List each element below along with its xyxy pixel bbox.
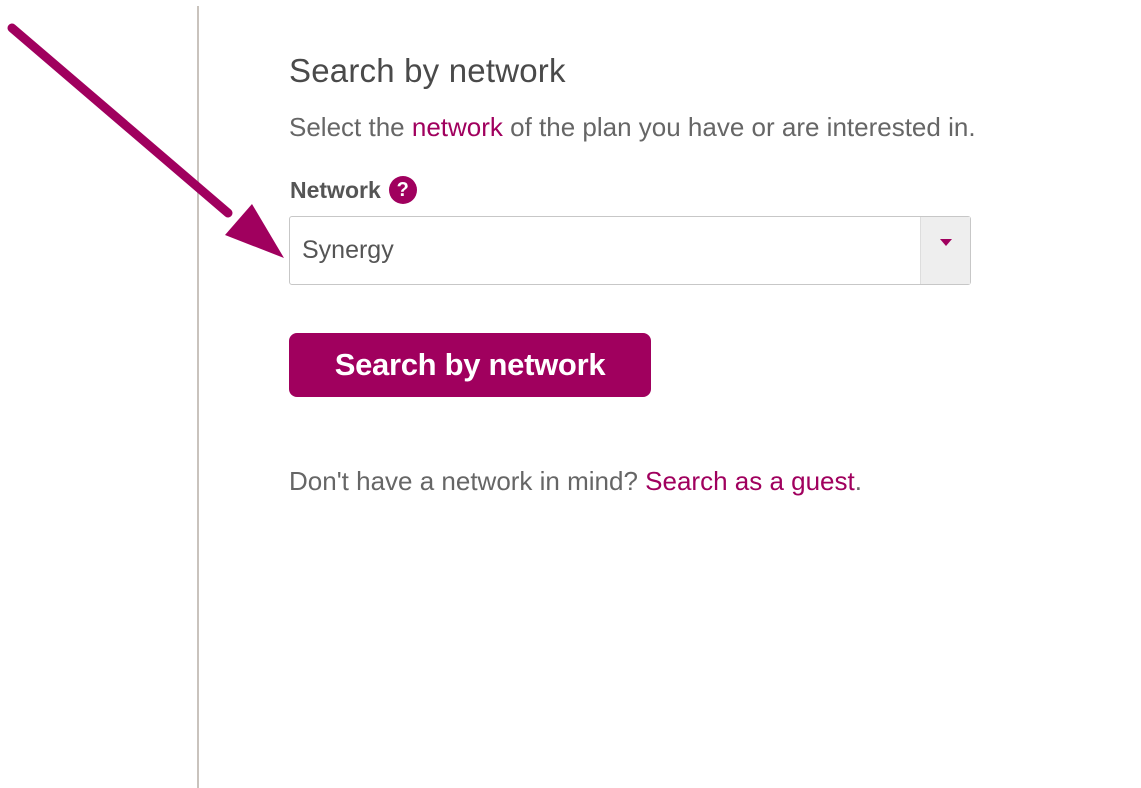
description-prefix: Select the — [289, 112, 412, 142]
guest-suffix: . — [854, 466, 862, 496]
search-as-guest-link[interactable]: Search as a guest — [645, 466, 855, 496]
network-description: Select the network of the plan you have … — [289, 112, 976, 143]
network-label-row: Network ? — [290, 176, 417, 204]
network-link[interactable]: network — [412, 112, 503, 142]
network-label: Network — [290, 176, 381, 203]
search-by-network-button[interactable]: Search by network — [289, 333, 651, 397]
arrow-pointer-icon — [7, 23, 284, 258]
page: Search by network Select the network of … — [0, 0, 1141, 788]
help-icon[interactable]: ? — [388, 176, 417, 204]
page-title: Search by network — [289, 52, 566, 89]
network-select-value: Synergy — [302, 236, 394, 264]
network-select-toggle[interactable] — [920, 217, 970, 284]
description-suffix: of the plan you have or are interested i… — [502, 112, 976, 142]
caret-down-icon — [939, 239, 952, 246]
guest-prefix: Don't have a network in mind? — [289, 466, 646, 496]
guest-search-line: Don't have a network in mind? Search as … — [289, 466, 862, 497]
network-select[interactable]: Synergy — [289, 216, 971, 285]
